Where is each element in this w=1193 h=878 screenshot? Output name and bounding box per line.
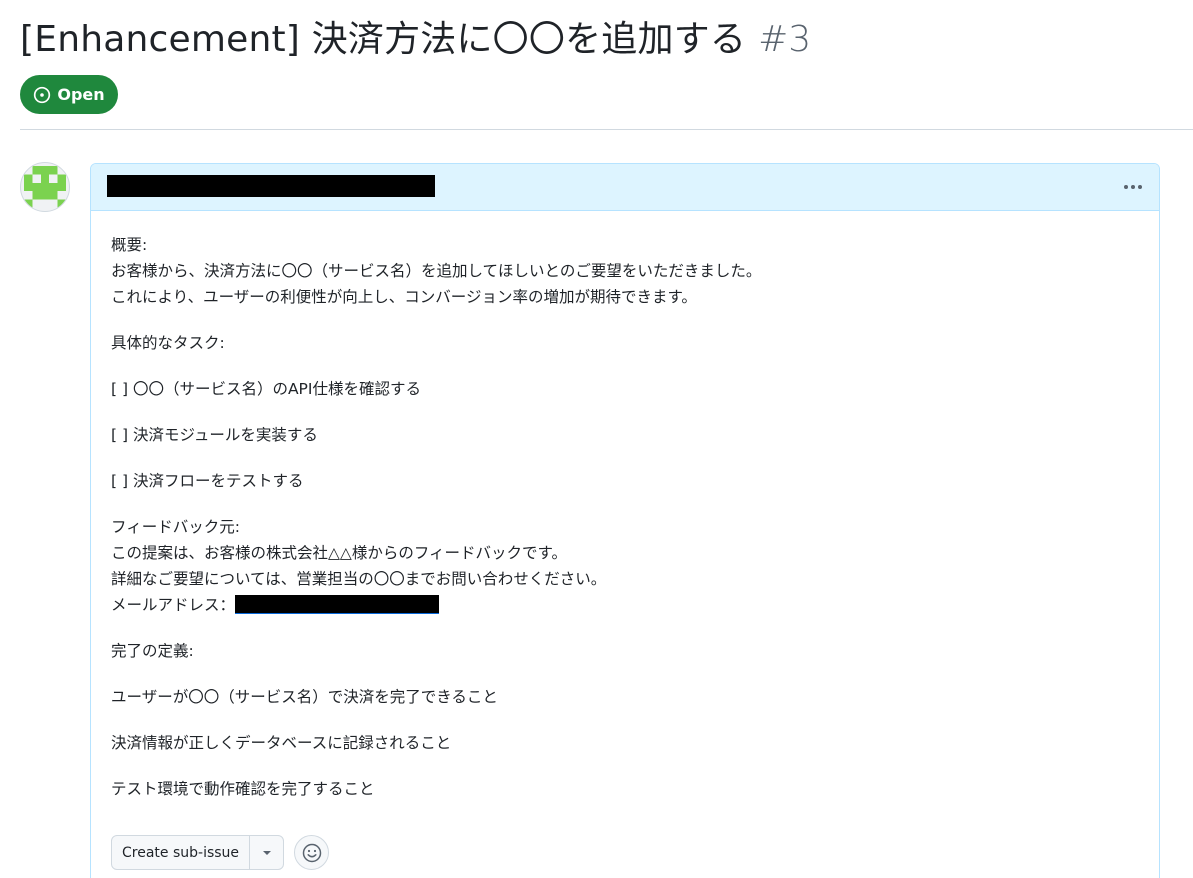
comment-actions: Create sub-issue [111,835,330,870]
done-heading: 完了の定義: [111,642,194,660]
redacted-email-link[interactable] [235,595,440,614]
issue-comment: 概要: お客様から、決済方法に〇〇（サービス名）を追加してほしいとのご要望をいた… [90,163,1160,878]
tasks-heading: 具体的なタスク: [111,334,225,352]
task-item: [ ] 決済フローをテストする [111,472,304,490]
overview-section: 概要: お客様から、決済方法に〇〇（サービス名）を追加してほしいとのご要望をいた… [111,232,1139,310]
email-line: メールアドレス： [111,592,1139,618]
redacted-author-name [107,175,435,197]
overview-line: お客様から、決済方法に〇〇（サービス名）を追加してほしいとのご要望をいただきまし… [111,262,762,280]
done-item: ユーザーが〇〇（サービス名）で決済を完了できること [111,688,498,706]
issue-state-badge: Open [20,75,118,114]
overview-line: これにより、ユーザーの利便性が向上し、コンバージョン率の増加が期待できます。 [111,288,697,306]
issue-number: #3 [758,19,812,60]
kebab-horizontal-icon[interactable] [1121,178,1145,196]
triangle-down-icon [262,850,271,855]
add-reaction-button[interactable] [294,835,330,870]
feedback-heading: フィードバック元: [111,518,240,536]
smiley-icon [302,843,321,862]
create-sub-issue-split-button: Create sub-issue [111,835,285,870]
issue-title: [Enhancement] 決済方法に〇〇を追加する [20,19,747,60]
issue-state-label: Open [57,85,105,104]
done-item: テスト環境で動作確認を完了すること [111,780,375,798]
comment-body: 概要: お客様から、決済方法に〇〇（サービス名）を追加してほしいとのご要望をいた… [111,232,1139,822]
feedback-line: 詳細なご要望については、営業担当の〇〇までお問い合わせください。 [111,570,607,588]
issue-opened-icon [34,86,51,103]
header-divider [20,129,1193,130]
create-sub-issue-dropdown-button[interactable] [250,836,283,869]
email-label: メールアドレス： [111,596,236,614]
done-item: 決済情報が正しくデータベースに記録されること [111,734,452,752]
task-item: [ ] 決済モジュールを実装する [111,426,318,444]
task-item: [ ] 〇〇（サービス名）のAPI仕様を確認する [111,380,421,398]
feedback-line: この提案は、お客様の株式会社△△様からのフィードバックです。 [111,544,567,562]
identicon-avatar-icon [24,166,66,208]
overview-heading: 概要: [111,236,148,254]
avatar[interactable] [20,162,70,212]
comment-header [91,164,1159,211]
feedback-section: フィードバック元: この提案は、お客様の株式会社△△様からのフィードバックです。… [111,514,1139,618]
create-sub-issue-button[interactable]: Create sub-issue [112,836,251,869]
issue-title-row: [Enhancement] 決済方法に〇〇を追加する #3 [20,10,812,60]
